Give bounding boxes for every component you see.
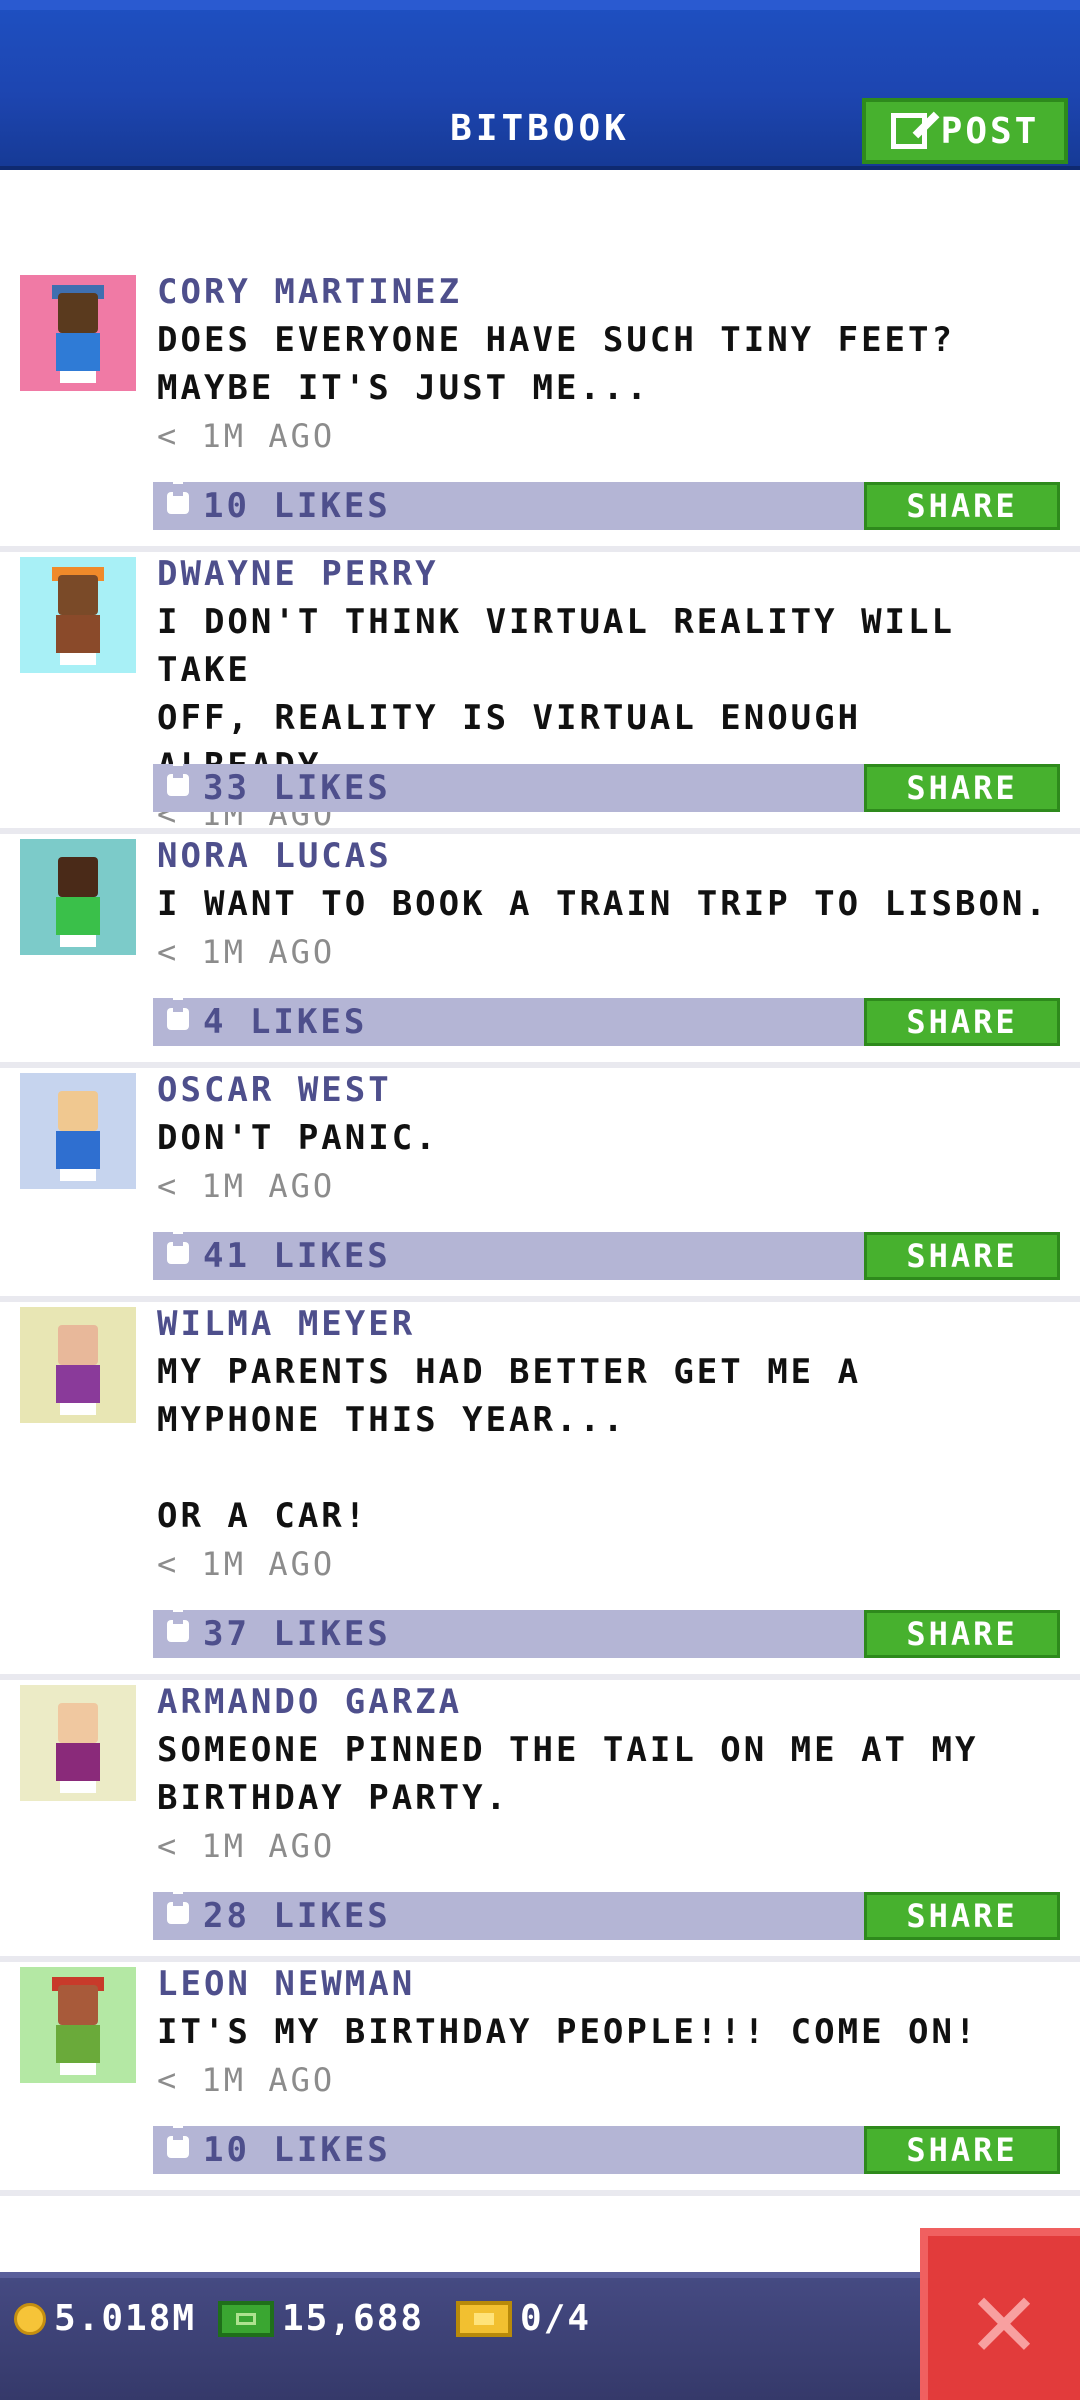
post-content: OSCAR WEST DON'T PANIC. < 1M AGO [157, 1068, 1060, 1210]
post-time: < 1M AGO [157, 1545, 336, 1583]
like-icon[interactable] [167, 2124, 189, 2158]
avatar [20, 1967, 136, 2083]
coins-stat: 5.018M [14, 2298, 196, 2339]
share-button[interactable]: SHARE [864, 482, 1060, 530]
like-icon[interactable] [167, 1608, 189, 1642]
likes-bar: 4 LIKES SHARE [153, 996, 1060, 1046]
feed-list: CORY MARTINEZ DOES EVERYONE HAVE SUCH TIN… [0, 270, 1080, 2196]
ticket-icon [456, 2300, 512, 2337]
share-button[interactable]: SHARE [864, 1232, 1060, 1280]
likes-bar: 10 LIKES SHARE [153, 2124, 1060, 2174]
post-text: DOES EVERYONE HAVE SUCH TINY FEET? MAYBE… [157, 320, 955, 408]
post-text: DON'T PANIC. [157, 1118, 439, 1158]
post-label: POST [940, 110, 1040, 152]
post-author[interactable]: ARMANDO GARZA [157, 1680, 1060, 1724]
tickets-value: 0/4 [520, 2298, 592, 2339]
share-button[interactable]: SHARE [864, 2126, 1060, 2174]
like-icon[interactable] [167, 762, 189, 796]
like-icon[interactable] [167, 1230, 189, 1264]
post-item: NORA LUCAS I WANT TO BOOK A TRAIN TRIP TO… [0, 834, 1080, 1068]
post-author[interactable]: LEON NEWMAN [157, 1962, 1060, 2006]
post-item: ARMANDO GARZA SOMEONE PINNED THE TAIL ON … [0, 1680, 1080, 1962]
share-button[interactable]: SHARE [864, 764, 1060, 812]
likes-count: 37 LIKES [203, 1614, 391, 1654]
share-button[interactable]: SHARE [864, 998, 1060, 1046]
like-icon[interactable] [167, 1890, 189, 1924]
share-button[interactable]: SHARE [864, 1610, 1060, 1658]
likes-count: 10 LIKES [203, 2130, 391, 2170]
likes-bar: 28 LIKES SHARE [153, 1890, 1060, 1940]
post-author[interactable]: NORA LUCAS [157, 834, 1060, 878]
tickets-stat: 0/4 [456, 2298, 591, 2339]
post-time: < 1M AGO [157, 1827, 336, 1865]
post-content: LEON NEWMAN IT'S MY BIRTHDAY PEOPLE!!! CO… [157, 1962, 1060, 2104]
likes-bar: 33 LIKES SHARE [153, 762, 1060, 812]
post-text: MY PARENTS HAD BETTER GET ME A MYPHONE T… [157, 1352, 862, 1536]
cash-value: 15,688 [282, 2298, 425, 2339]
post-author[interactable]: WILMA MEYER [157, 1302, 1060, 1346]
post-time: < 1M AGO [157, 1167, 336, 1205]
likes-count: 33 LIKES [203, 768, 391, 808]
post-time: < 1M AGO [157, 933, 336, 971]
post-text: I DON'T THINK VIRTUAL REALITY WILL TAKE … [157, 602, 955, 786]
like-icon[interactable] [167, 996, 189, 1030]
post-item: CORY MARTINEZ DOES EVERYONE HAVE SUCH TIN… [0, 270, 1080, 552]
likes-bar: 41 LIKES SHARE [153, 1230, 1060, 1280]
likes-bar: 37 LIKES SHARE [153, 1608, 1060, 1658]
post-author[interactable]: DWAYNE PERRY [157, 552, 1060, 596]
likes-count: 4 LIKES [203, 1002, 368, 1042]
avatar [20, 557, 136, 673]
post-author[interactable]: OSCAR WEST [157, 1068, 1060, 1112]
close-button[interactable]: ✕ [920, 2228, 1080, 2400]
likes-count: 10 LIKES [203, 486, 391, 526]
likes-count: 41 LIKES [203, 1236, 391, 1276]
post-text: SOMEONE PINNED THE TAIL ON ME AT MY BIRT… [157, 1730, 979, 1818]
cash-stat: 15,688 [218, 2298, 424, 2339]
edit-icon [890, 113, 927, 149]
post-content: NORA LUCAS I WANT TO BOOK A TRAIN TRIP TO… [157, 834, 1060, 976]
share-button[interactable]: SHARE [864, 1892, 1060, 1940]
post-author[interactable]: CORY MARTINEZ [157, 270, 1060, 314]
bottom-stats-bar: 5.018M 15,688 0/4 [0, 2272, 1080, 2400]
likes-count: 28 LIKES [203, 1896, 391, 1936]
post-content: WILMA MEYER MY PARENTS HAD BETTER GET ME … [157, 1302, 1060, 1588]
post-content: ARMANDO GARZA SOMEONE PINNED THE TAIL ON … [157, 1680, 1060, 1870]
post-item: OSCAR WEST DON'T PANIC. < 1M AGO 41 LIKES SH… [0, 1068, 1080, 1302]
post-item: DWAYNE PERRY I DON'T THINK VIRTUAL REALIT… [0, 552, 1080, 834]
post-time: < 1M AGO [157, 2061, 336, 2099]
avatar [20, 1073, 136, 1189]
post-item: WILMA MEYER MY PARENTS HAD BETTER GET ME … [0, 1302, 1080, 1680]
top-header: BITBOOK POST [0, 0, 1080, 170]
post-item: LEON NEWMAN IT'S MY BIRTHDAY PEOPLE!!! CO… [0, 1962, 1080, 2196]
post-text: I WANT TO BOOK A TRAIN TRIP TO LISBON. [157, 884, 1049, 924]
cash-icon [218, 2300, 274, 2337]
post-time: < 1M AGO [157, 417, 336, 455]
post-content: CORY MARTINEZ DOES EVERYONE HAVE SUCH TIN… [157, 270, 1060, 460]
post-text: IT'S MY BIRTHDAY PEOPLE!!! COME ON! [157, 2012, 979, 2052]
coins-value: 5.018M [54, 2298, 197, 2339]
like-icon[interactable] [167, 480, 189, 514]
avatar [20, 839, 136, 955]
likes-bar: 10 LIKES SHARE [153, 480, 1060, 530]
avatar [20, 1685, 136, 1801]
post-button[interactable]: POST [862, 98, 1068, 164]
avatar [20, 275, 136, 391]
coin-icon [14, 2302, 46, 2335]
close-icon: ✕ [970, 2254, 1038, 2382]
avatar [20, 1307, 136, 1423]
